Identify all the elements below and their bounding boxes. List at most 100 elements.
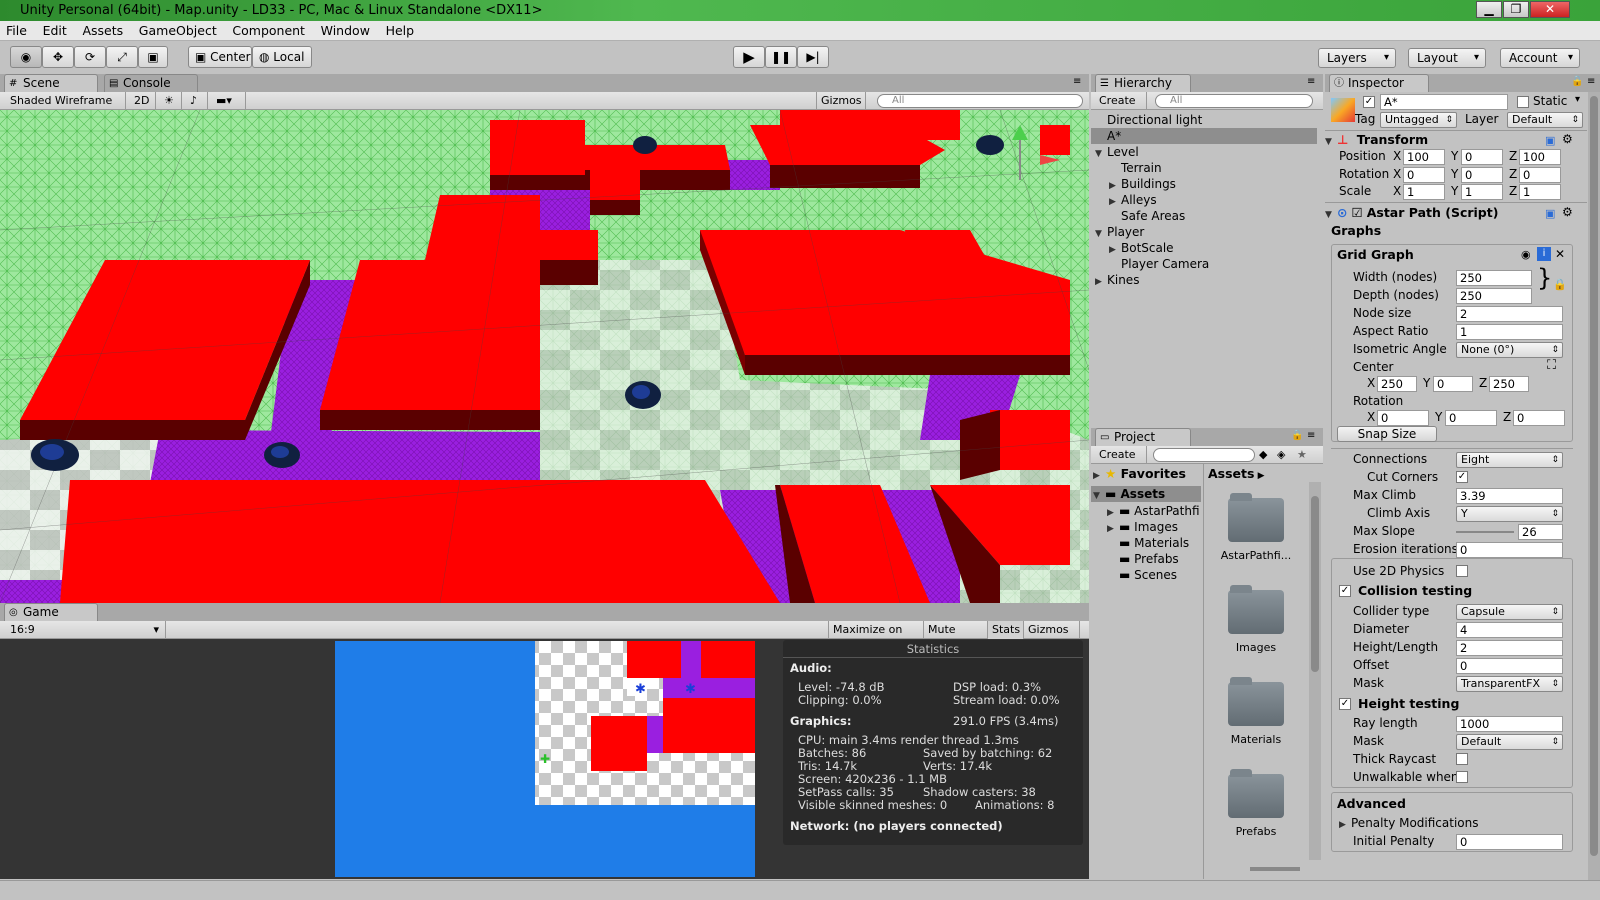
lighting-toggle-icon[interactable]: ☀ [160, 92, 182, 110]
project-scrollbar[interactable] [1309, 482, 1321, 860]
mask-dropdown[interactable]: TransparentFX [1456, 676, 1563, 692]
erosion-field[interactable]: 0 [1456, 542, 1563, 558]
hierarchy-item[interactable]: ▼ Level [1091, 144, 1317, 160]
tab-scene[interactable]: # Scene [4, 74, 98, 92]
pivot-center-toggle[interactable]: ▣ Center [188, 46, 252, 68]
step-button-icon[interactable]: ▶| [797, 46, 829, 68]
tree-item-images[interactable]: ▶ ▬ Images [1107, 520, 1178, 534]
aspect-ratio-field[interactable]: 1 [1456, 324, 1563, 340]
collapse-arrow-icon[interactable]: ▶ [1107, 508, 1119, 518]
project-search-input[interactable] [1153, 448, 1255, 462]
scale-x-field[interactable]: 1 [1403, 184, 1445, 200]
hierarchy-item[interactable]: ▶ Buildings [1091, 176, 1317, 192]
collapse-arrow-icon[interactable]: ▶ [1107, 524, 1119, 534]
filter-type-icon[interactable]: ◆ [1259, 446, 1267, 463]
mode-2d-toggle[interactable]: 2D [130, 92, 156, 110]
collapse-arrow-icon[interactable]: ▶ [1095, 274, 1107, 290]
max-slope-field[interactable]: 26 [1518, 524, 1563, 540]
folder-icon[interactable] [1228, 493, 1284, 542]
astar-header[interactable]: ▼ ⊙ ☑ Astar Path (Script) [1325, 203, 1563, 223]
inspector-scrollbar[interactable] [1588, 92, 1600, 880]
menu-gameobject[interactable]: GameObject [133, 21, 223, 41]
scrollbar-thumb[interactable] [1311, 496, 1319, 672]
close-icon[interactable]: ✕ [1555, 247, 1565, 261]
account-dropdown[interactable]: Account [1500, 48, 1580, 68]
snap-size-button[interactable]: Snap Size [1337, 426, 1437, 442]
layout-dropdown[interactable]: Layout [1408, 48, 1486, 68]
connections-dropdown[interactable]: Eight [1456, 452, 1563, 468]
menu-help[interactable]: Help [380, 21, 421, 41]
graph-rotation-z-field[interactable]: 0 [1513, 410, 1565, 426]
menu-file[interactable]: File [0, 21, 33, 41]
chevron-down-icon[interactable]: ▾ [1575, 94, 1580, 105]
rect-tool-icon[interactable]: ▣ [138, 46, 168, 68]
panel-menu-icon[interactable]: ≡ [1307, 76, 1315, 87]
tab-hierarchy[interactable]: ☰ Hierarchy [1095, 74, 1191, 92]
position-y-field[interactable]: 0 [1461, 149, 1503, 165]
scene-gizmos-dropdown[interactable]: Gizmos [816, 92, 866, 110]
tab-game[interactable]: ◎ Game [4, 603, 98, 621]
menu-edit[interactable]: Edit [37, 21, 73, 41]
panel-menu-icon[interactable]: ≡ [1587, 76, 1595, 87]
initial-penalty-field[interactable]: 0 [1456, 834, 1563, 850]
mute-audio-toggle[interactable]: Mute audio [924, 621, 988, 653]
folder-icon[interactable] [1228, 677, 1284, 726]
collider-type-dropdown[interactable]: Capsule [1456, 604, 1563, 620]
rotation-y-field[interactable]: 0 [1461, 167, 1503, 183]
maximize-on-play-toggle[interactable]: Maximize on Play [828, 621, 924, 653]
rotate-tool-icon[interactable]: ⟳ [74, 46, 106, 68]
tab-project[interactable]: ▭ Project [1095, 428, 1191, 446]
center-z-field[interactable]: 250 [1489, 376, 1529, 392]
max-slope-slider[interactable] [1456, 531, 1514, 533]
folder-icon[interactable] [1228, 585, 1284, 634]
star-icon[interactable]: ★ [1297, 446, 1307, 463]
hierarchy-item[interactable]: ▶ BotScale [1091, 240, 1317, 256]
menu-assets[interactable]: Assets [76, 21, 129, 41]
maximize-button[interactable]: ❐ [1503, 1, 1529, 18]
hierarchy-item[interactable]: ▼ Player [1091, 224, 1317, 240]
info-icon[interactable]: i [1537, 247, 1551, 261]
scrollbar-thumb[interactable] [1590, 96, 1598, 856]
scene-search-input[interactable]: All [877, 94, 1083, 108]
project-create-dropdown[interactable]: Create [1091, 446, 1147, 464]
offset-field[interactable]: 0 [1456, 658, 1563, 674]
tab-inspector[interactable]: ⓘ Inspector [1329, 74, 1429, 92]
unwalkable-checkbox[interactable] [1456, 771, 1468, 783]
graph-rotation-y-field[interactable]: 0 [1445, 410, 1497, 426]
object-name-field[interactable]: A* [1380, 94, 1508, 110]
script-enabled-checkbox[interactable]: ☑ [1347, 205, 1362, 220]
close-window-button[interactable]: ✕ [1530, 1, 1570, 18]
active-checkbox[interactable]: ✓ [1363, 96, 1375, 108]
height-length-field[interactable]: 2 [1456, 640, 1563, 656]
pause-button-icon[interactable]: ❚❚ [765, 46, 797, 68]
scale-y-field[interactable]: 1 [1461, 184, 1503, 200]
collapse-arrow-icon[interactable]: ▶ [1093, 471, 1105, 481]
hierarchy-item[interactable]: ▶ Kines [1091, 272, 1317, 288]
max-climb-field[interactable]: 3.39 [1456, 488, 1563, 504]
center-y-field[interactable]: 0 [1433, 376, 1473, 392]
cut-corners-checkbox[interactable]: ✓ [1456, 471, 1468, 483]
scene-viewport[interactable] [0, 110, 1089, 603]
menu-component[interactable]: Component [226, 21, 311, 41]
move-tool-icon[interactable]: ✥ [42, 46, 74, 68]
scale-z-field[interactable]: 1 [1519, 184, 1561, 200]
mask2-dropdown[interactable]: Default [1456, 734, 1563, 750]
lock-icon[interactable]: 🔒 [1291, 430, 1303, 441]
help-icon[interactable]: ▣ [1545, 134, 1555, 147]
depth-field[interactable]: 250 [1456, 288, 1532, 304]
position-z-field[interactable]: 100 [1519, 149, 1561, 165]
hierarchy-item[interactable]: ▶ Alleys [1091, 192, 1317, 208]
tab-console[interactable]: ▤ Console [104, 74, 198, 92]
eye-icon[interactable]: ◉ [1521, 248, 1531, 261]
hierarchy-item[interactable]: Safe Areas [1091, 208, 1317, 224]
tree-item-assets[interactable]: ▼ ▬ Assets [1091, 486, 1201, 502]
layer-dropdown[interactable]: Default [1507, 112, 1583, 128]
aspect-dropdown[interactable]: 16:9 ▾ [0, 621, 166, 639]
layers-dropdown[interactable]: Layers [1318, 48, 1396, 68]
collapse-arrow-icon[interactable]: ▶ [1339, 820, 1351, 830]
shading-mode-dropdown[interactable]: Shaded Wireframe [0, 92, 126, 110]
height-testing-checkbox[interactable]: ✓ [1339, 698, 1351, 710]
play-button-icon[interactable]: ▶ [733, 46, 765, 68]
graph-rotation-x-field[interactable]: 0 [1377, 410, 1429, 426]
climb-axis-dropdown[interactable]: Y [1456, 506, 1563, 522]
